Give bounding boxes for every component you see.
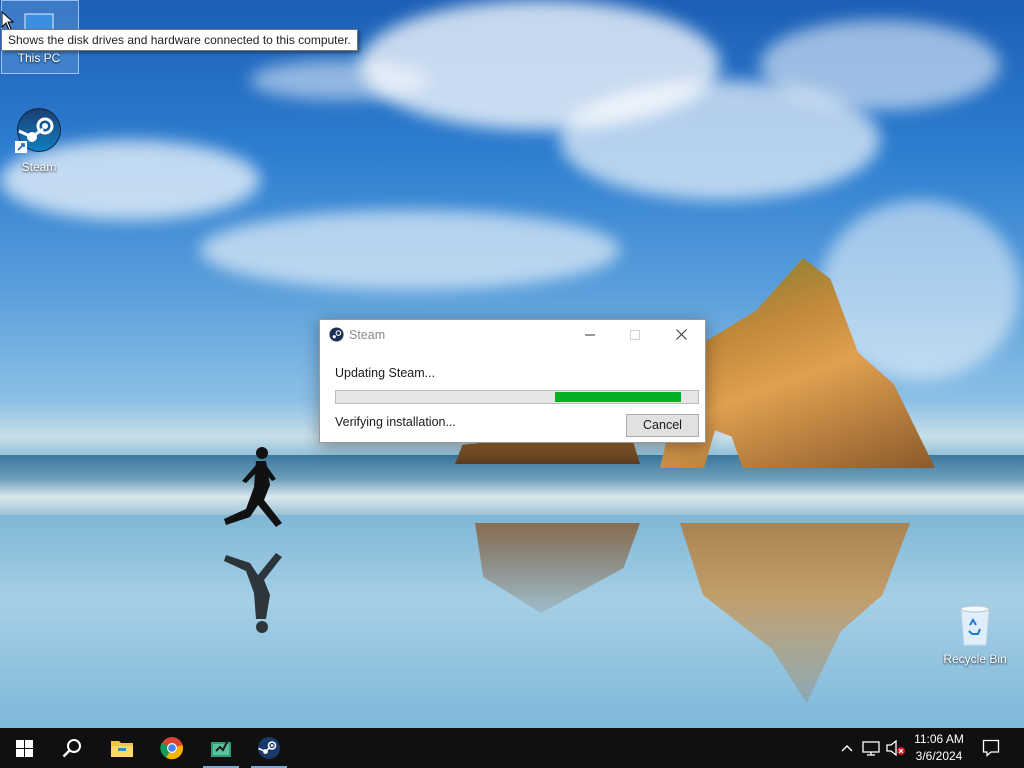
action-center-button[interactable]: [976, 728, 1006, 768]
volume-muted-icon: [886, 740, 905, 756]
taskbar-file-explorer[interactable]: [98, 728, 146, 768]
update-progress-bar: [335, 390, 699, 404]
steam-icon: [15, 108, 61, 153]
network-icon: [862, 741, 880, 756]
start-button[interactable]: [0, 728, 48, 768]
close-button[interactable]: [658, 320, 704, 350]
minimize-button[interactable]: [567, 320, 613, 350]
minimize-icon: [585, 334, 595, 336]
clock-time: 11:06 AM: [914, 732, 964, 746]
desktop-icon-label: Recycle Bin: [943, 652, 1007, 666]
cancel-button[interactable]: Cancel: [626, 414, 699, 437]
taskbar-app[interactable]: [197, 728, 245, 768]
steam-icon: [258, 737, 280, 759]
desktop-icon-recycle-bin[interactable]: Recycle Bin: [937, 603, 1013, 666]
recycle-bin-icon: [960, 605, 990, 646]
taskbar-chrome[interactable]: [148, 728, 196, 768]
windows-start-icon: [15, 739, 33, 757]
taskbar: 11:06 AM 3/6/2024: [0, 728, 1024, 768]
action-center-icon: [982, 739, 1000, 757]
verify-status-text: Verifying installation...: [335, 415, 456, 429]
steam-logo-icon: [329, 327, 344, 342]
app-icon: [211, 739, 231, 757]
title-bar[interactable]: Steam: [320, 320, 705, 350]
chrome-icon: [160, 737, 184, 760]
update-status-text: Updating Steam...: [335, 366, 436, 380]
clock-date: 3/6/2024: [915, 749, 963, 763]
desktop-icon-label: This PC: [17, 51, 61, 65]
maximize-icon: [630, 330, 640, 340]
close-icon: [675, 329, 687, 340]
mouse-cursor-icon: [1, 11, 15, 31]
dialog-title: Steam: [349, 328, 386, 342]
desktop-icon-label: Steam: [21, 160, 57, 174]
tooltip: Shows the disk drives and hardware conne…: [1, 29, 358, 51]
progress-fill: [555, 392, 681, 402]
file-explorer-icon: [111, 741, 133, 757]
system-clock[interactable]: 11:06 AM 3/6/2024: [906, 731, 972, 765]
maximize-button: [612, 320, 658, 350]
desktop-icon-steam[interactable]: Steam: [1, 107, 77, 174]
volume-tray-button[interactable]: [884, 728, 908, 768]
steam-update-dialog: Steam Updating Steam... Verifying instal…: [319, 319, 706, 443]
chevron-up-icon: [841, 745, 853, 752]
search-button[interactable]: [48, 728, 96, 768]
search-icon: [62, 739, 81, 758]
show-hidden-icons-button[interactable]: [838, 728, 856, 768]
network-tray-button[interactable]: [860, 728, 882, 768]
taskbar-steam[interactable]: [245, 728, 293, 768]
